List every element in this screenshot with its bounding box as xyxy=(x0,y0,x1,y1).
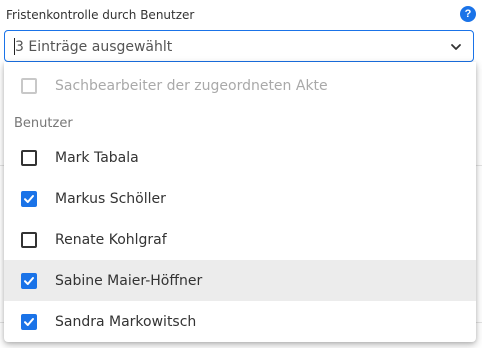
check-icon xyxy=(24,317,34,326)
option-user[interactable]: Mark Tabala xyxy=(4,137,476,178)
option-label: Mark Tabala xyxy=(55,149,139,166)
background-divider xyxy=(476,322,482,323)
question-circle-icon[interactable]: ? xyxy=(460,6,476,22)
dropdown-menu: Sachbearbeiter der zugeordneten Akte Ben… xyxy=(4,62,476,342)
background-divider xyxy=(476,165,482,166)
check-icon xyxy=(24,194,34,203)
option-user-highlighted[interactable]: Sabine Maier-Höffner xyxy=(4,260,476,301)
checkbox-checked[interactable] xyxy=(21,272,37,289)
checkbox-checked[interactable] xyxy=(21,313,37,330)
checkbox xyxy=(21,77,37,94)
checkbox[interactable] xyxy=(21,231,37,248)
option-label: Sabine Maier-Höffner xyxy=(55,272,203,289)
checkbox[interactable] xyxy=(21,149,37,166)
option-user[interactable]: Sandra Markowitsch xyxy=(4,301,476,342)
user-multiselect[interactable]: 3 Einträge ausgewählt xyxy=(4,30,474,62)
option-label: Renate Kohlgraf xyxy=(55,231,167,248)
selected-count-text: 3 Einträge ausgewählt xyxy=(15,39,173,55)
checkbox-checked[interactable] xyxy=(21,190,37,207)
option-label: Sachbearbeiter der zugeordneten Akte xyxy=(55,77,328,94)
group-label: Benutzer xyxy=(14,116,73,131)
field-label: Fristenkontrolle durch Benutzer xyxy=(6,8,195,22)
chevron-down-icon[interactable] xyxy=(449,40,463,54)
option-user[interactable]: Markus Schöller xyxy=(4,178,476,219)
option-label: Markus Schöller xyxy=(55,190,166,207)
option-label: Sandra Markowitsch xyxy=(55,313,197,330)
check-icon xyxy=(24,276,34,285)
option-case-handler: Sachbearbeiter der zugeordneten Akte xyxy=(4,65,476,106)
option-user[interactable]: Renate Kohlgraf xyxy=(4,219,476,260)
